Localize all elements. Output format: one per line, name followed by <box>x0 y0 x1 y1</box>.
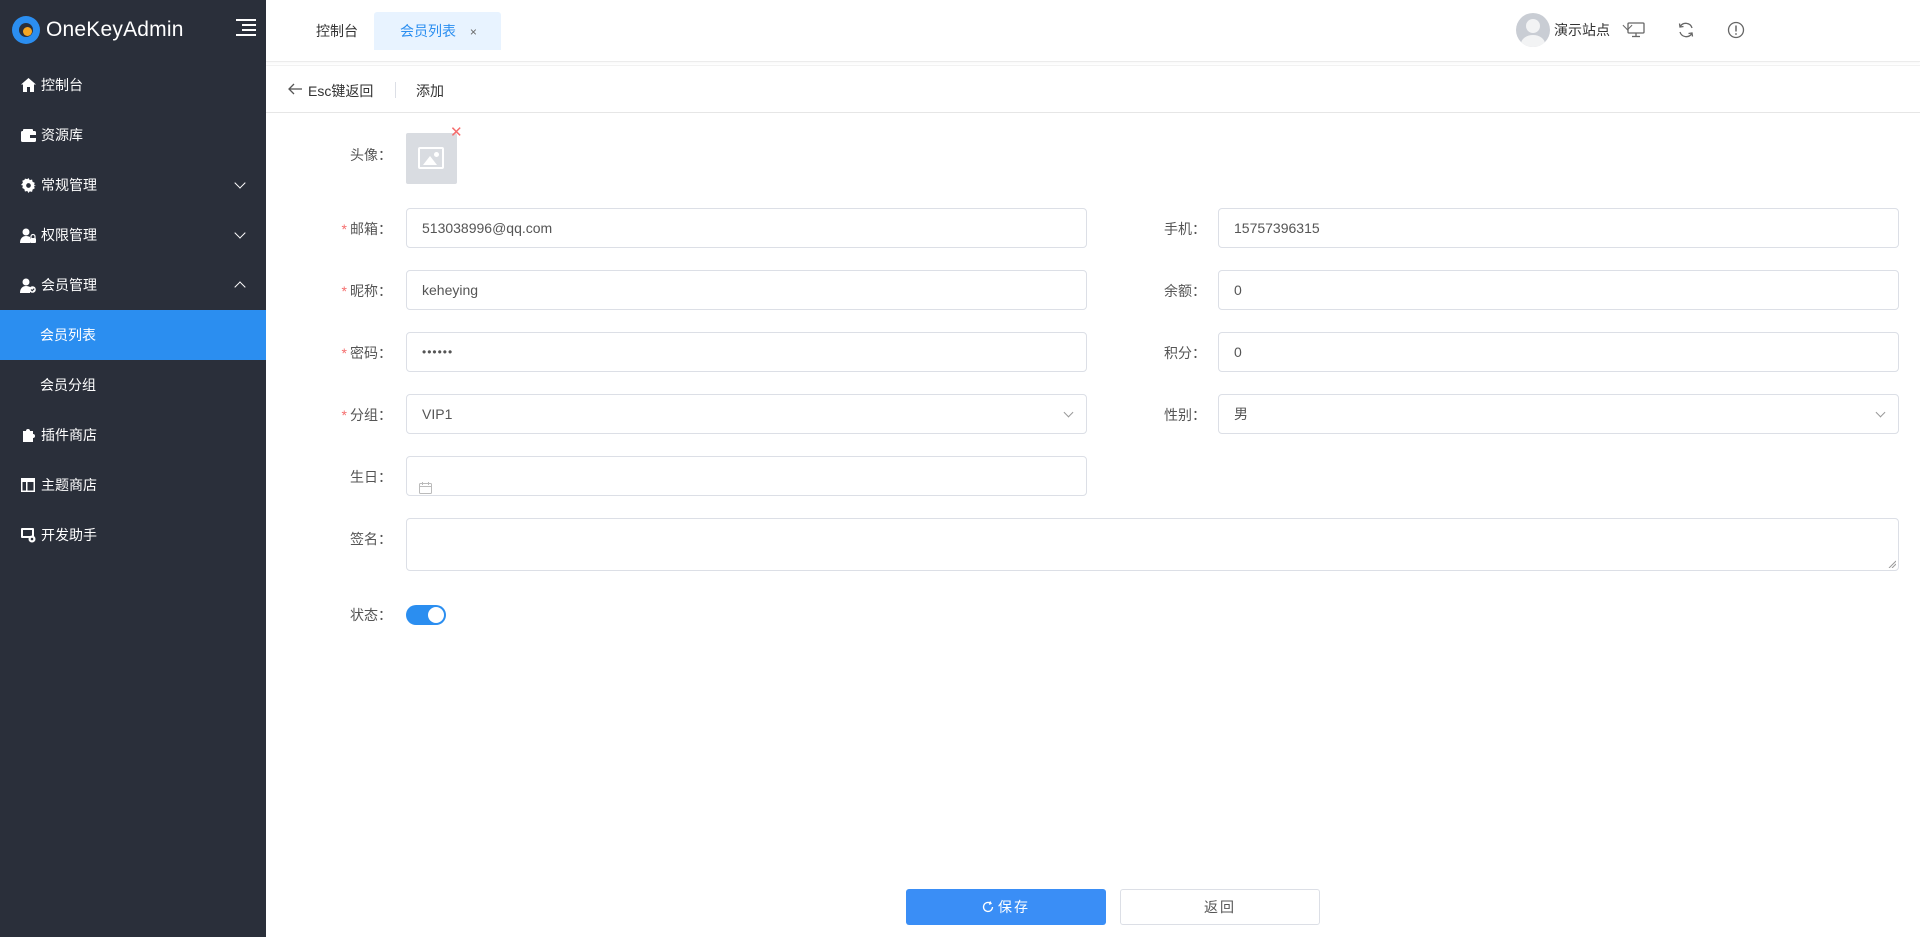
required-mark: * <box>341 221 347 237</box>
sidebar-item-permissions[interactable]: 权限管理 <box>0 210 266 260</box>
home-icon <box>20 77 36 93</box>
nickname-label: * 昵称： <box>272 281 392 301</box>
sidebar-item-member-groups[interactable]: 会员分组 <box>0 360 266 410</box>
signature-label: 签名： <box>350 531 392 547</box>
sidebar-item-label: 插件商店 <box>41 427 97 443</box>
developer-icon <box>20 527 36 543</box>
tab-label: 会员列表 <box>400 23 456 39</box>
required-mark: * <box>341 283 347 299</box>
sidebar-item-label: 会员管理 <box>41 277 97 293</box>
birthday-label: 生日： <box>350 469 392 485</box>
sidebar-item-label: 会员列表 <box>40 327 96 343</box>
sidebar: OneKeyAdmin 控制台 资源库 常规管理 权限管理 会员管理 会员列表 … <box>0 0 266 937</box>
phone-field[interactable]: 15757396315 <box>1218 208 1899 248</box>
phone-label: 手机： <box>1164 221 1206 237</box>
gender-label: 性别： <box>1164 407 1206 423</box>
page-title: 添加 <box>416 83 444 99</box>
tab-close-icon[interactable]: × <box>470 25 477 39</box>
nickname-label-text: 昵称： <box>350 283 392 299</box>
sidebar-item-general[interactable]: 常规管理 <box>0 160 266 210</box>
password-label: * 密码： <box>272 343 392 363</box>
chevron-down-icon <box>1063 407 1074 418</box>
chevron-up-icon <box>234 281 246 293</box>
resize-handle-icon[interactable] <box>1888 560 1896 568</box>
email-field[interactable]: 513038996@qq.com <box>406 208 1087 248</box>
avatar-label: 头像： <box>350 147 392 163</box>
status-label: 状态： <box>350 607 392 623</box>
tab-dashboard[interactable]: 控制台 <box>290 12 384 50</box>
calendar-icon <box>419 470 432 508</box>
balance-label: 余额： <box>1164 283 1206 299</box>
return-button[interactable]: 返回 <box>1120 889 1320 925</box>
back-link[interactable]: Esc键返回 <box>288 81 373 101</box>
chevron-down-icon <box>234 227 246 239</box>
menu-collapse-icon[interactable] <box>236 19 256 37</box>
image-icon <box>418 147 444 169</box>
refresh-icon[interactable] <box>1676 20 1696 40</box>
sidebar-item-label: 控制台 <box>41 77 83 93</box>
balance-field[interactable]: 0 <box>1218 270 1899 310</box>
group-label: * 分组： <box>272 405 392 425</box>
tab-member-list[interactable]: 会员列表 × <box>374 12 501 50</box>
layout-icon <box>20 477 36 493</box>
page-header: Esc键返回 添加 <box>266 65 1920 113</box>
password-field[interactable]: •••••• <box>406 332 1087 372</box>
back-label: Esc键返回 <box>308 83 374 99</box>
site-name[interactable]: 演示站点 <box>1554 20 1610 40</box>
points-label: 积分： <box>1164 345 1206 361</box>
password-label-text: 密码： <box>350 345 392 361</box>
sidebar-item-member-list[interactable]: 会员列表 <box>0 310 266 360</box>
avatar[interactable] <box>1516 13 1550 47</box>
user-check-icon <box>20 277 36 293</box>
refresh-icon <box>982 901 994 913</box>
wallet-icon <box>20 127 36 143</box>
tab-label: 控制台 <box>316 23 358 39</box>
chevron-down-icon <box>234 177 246 189</box>
sidebar-item-dashboard[interactable]: 控制台 <box>0 60 266 110</box>
group-value: VIP1 <box>422 406 453 422</box>
divider <box>395 82 396 98</box>
email-label-text: 邮箱： <box>350 221 392 237</box>
group-label-text: 分组： <box>350 407 392 423</box>
sidebar-item-label: 会员分组 <box>40 377 96 393</box>
gender-value: 男 <box>1234 406 1248 422</box>
save-label: 保存 <box>998 899 1030 915</box>
arrow-left-icon <box>288 82 302 100</box>
sidebar-item-resources[interactable]: 资源库 <box>0 110 266 160</box>
return-label: 返回 <box>1204 899 1236 915</box>
logo: OneKeyAdmin <box>0 0 266 60</box>
user-lock-icon <box>20 227 36 243</box>
app-name: OneKeyAdmin <box>46 18 184 41</box>
sidebar-item-label: 主题商店 <box>41 477 97 493</box>
nickname-field[interactable]: keheying <box>406 270 1087 310</box>
sidebar-menu: 控制台 资源库 常规管理 权限管理 会员管理 会员列表 会员分组 插件商店 主题… <box>0 60 266 560</box>
email-label: * 邮箱： <box>272 219 392 239</box>
status-toggle[interactable] <box>406 605 446 625</box>
sidebar-item-plugin-store[interactable]: 插件商店 <box>0 410 266 460</box>
sidebar-item-label: 权限管理 <box>41 227 97 243</box>
puzzle-icon <box>20 427 36 443</box>
info-icon[interactable] <box>1726 20 1746 40</box>
gear-icon <box>20 177 36 193</box>
group-select[interactable]: VIP1 <box>406 394 1087 434</box>
top-header: 控制台 会员列表 × 演示站点 <box>266 0 1920 62</box>
sidebar-item-label: 资源库 <box>41 127 83 143</box>
logo-icon <box>12 16 40 44</box>
remove-avatar-icon[interactable]: ✕ <box>450 125 463 140</box>
sidebar-item-theme-store[interactable]: 主题商店 <box>0 460 266 510</box>
chevron-down-icon <box>1875 407 1886 418</box>
gender-select[interactable]: 男 <box>1218 394 1899 434</box>
points-field[interactable]: 0 <box>1218 332 1899 372</box>
sidebar-item-members[interactable]: 会员管理 <box>0 260 266 310</box>
signature-textarea[interactable] <box>406 518 1899 571</box>
sidebar-item-label: 常规管理 <box>41 177 97 193</box>
required-mark: * <box>341 345 347 361</box>
sidebar-item-dev-assistant[interactable]: 开发助手 <box>0 510 266 560</box>
save-button[interactable]: 保存 <box>906 889 1106 925</box>
required-mark: * <box>341 407 347 423</box>
birthday-picker[interactable] <box>406 456 1087 496</box>
sidebar-item-label: 开发助手 <box>41 527 97 543</box>
